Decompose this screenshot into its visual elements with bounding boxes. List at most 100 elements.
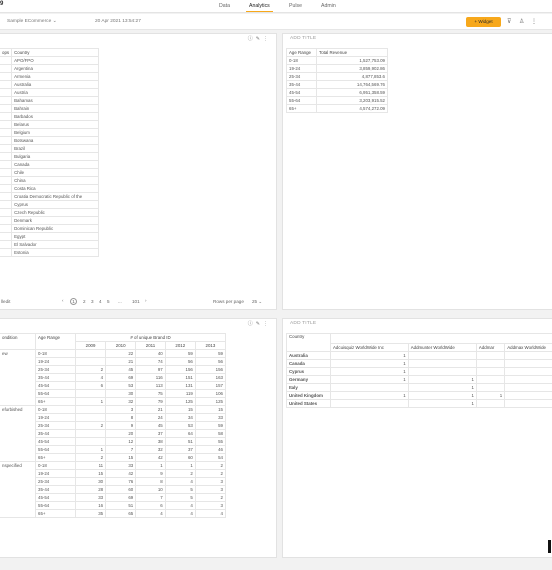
datasource-selector[interactable]: Sample ECommerce ⌄	[7, 19, 57, 24]
edit-icon[interactable]: ✎	[256, 36, 260, 42]
table-row[interactable]: Argentina	[0, 64, 99, 73]
page-1[interactable]: 1	[70, 298, 77, 305]
table-row[interactable]: 65+ 35 65 4 4 4	[0, 509, 227, 518]
table-row[interactable]: 55-64 1 7 32 37 46	[0, 445, 227, 454]
table-row[interactable]: ew 0-18 22 40 59 59	[0, 349, 227, 358]
year-header[interactable]: 2011	[135, 341, 166, 350]
table-row[interactable]: Cyprus	[0, 200, 99, 209]
column-header[interactable]: ops	[0, 48, 13, 57]
page-5[interactable]: 5	[107, 299, 110, 304]
table-row[interactable]: Costa Rica	[0, 184, 99, 193]
table-row[interactable]: 19-24 15 42 9 2 2	[0, 469, 227, 478]
column-header-age-range[interactable]: Age Range	[286, 48, 317, 57]
tab-pulse[interactable]: Pulse	[289, 3, 302, 9]
table-row[interactable]: Chile	[0, 168, 99, 177]
app-logo[interactable]: 9	[0, 1, 3, 7]
table-row[interactable]: United States 1	[286, 399, 552, 408]
table-row[interactable]: Egypt	[0, 232, 99, 241]
table-row[interactable]: 25-34 2 9 45 53 59	[0, 421, 227, 430]
table-row[interactable]: 35-44 20 37 64 58	[0, 429, 227, 438]
table-row[interactable]: APO/FPO	[0, 56, 99, 65]
table-row[interactable]: 35-44 4 69 116 151 163	[0, 373, 227, 382]
table-row[interactable]: Denmark	[0, 216, 99, 225]
table-row[interactable]: Australia	[0, 80, 99, 89]
table-row[interactable]: Canada 1	[286, 359, 552, 368]
table-row[interactable]: El Salvador	[0, 240, 99, 249]
table-row[interactable]: 65+ 1 32 79 125 125	[0, 397, 227, 406]
table-row[interactable]: Bahamas	[0, 96, 99, 105]
table-row[interactable]: 45-54 6,951,358.59	[286, 88, 388, 97]
table-row[interactable]: 45-54 6 53 113 131 157	[0, 381, 227, 390]
table-row[interactable]: 35-44 28 60 10 5 3	[0, 485, 227, 494]
table-row[interactable]: 65+ 2 15 42 60 54	[0, 453, 227, 462]
page-last[interactable]: 101	[132, 299, 140, 304]
table-row[interactable]: Belgium	[0, 128, 99, 137]
table-row[interactable]: 55-64 16 51 6 4 3	[0, 501, 227, 510]
table-row[interactable]: 19-24 8 24 34 33	[0, 413, 227, 422]
tab-data[interactable]: Data	[219, 3, 230, 9]
table-row[interactable]: 19-24 3,859,902.86	[286, 64, 388, 73]
table-row[interactable]: Australia 1	[286, 351, 552, 360]
column-header-unique-brand[interactable]: # of unique Brand ID	[75, 333, 226, 342]
scroll-indicator[interactable]	[548, 540, 551, 553]
year-header[interactable]: 2013	[194, 341, 227, 350]
table-row[interactable]: efurbished 0-18 3 21 15 15	[0, 405, 227, 414]
table-row[interactable]: Cyprus 1	[286, 367, 552, 376]
table-row[interactable]: 65+ 4,574,272.09	[286, 104, 388, 113]
table-row[interactable]: Botswana	[0, 136, 99, 145]
table-row[interactable]: 45-54 33 69 7 5 2	[0, 493, 227, 502]
edit-icon[interactable]: ✎	[256, 321, 260, 327]
table-row[interactable]: 35-44 14,764,569.76	[286, 80, 388, 89]
table-row[interactable]: Bulgaria	[0, 152, 99, 161]
table-row[interactable]: Barbados	[0, 112, 99, 121]
page-3[interactable]: 3	[91, 299, 94, 304]
table-row[interactable]: 55-64 30 75 119 106	[0, 389, 227, 398]
widget-menu-icon[interactable]: ⋮	[263, 36, 268, 42]
widget-title[interactable]: ADD TITLE	[290, 321, 316, 326]
table-row[interactable]: Italy 1	[286, 383, 552, 392]
brand-column-header[interactable]: Addmax WorldWide	[504, 343, 552, 352]
table-row[interactable]: Brazil	[0, 144, 99, 153]
table-row[interactable]: Canada	[0, 160, 99, 169]
table-row[interactable]: Belarus	[0, 120, 99, 129]
brand-column-header[interactable]: Addmunter WorldWide	[407, 343, 477, 352]
next-page-icon[interactable]: ›	[145, 298, 147, 303]
widget-title[interactable]: ADD TITLE	[290, 36, 316, 41]
table-row[interactable]: Dominican Republic	[0, 224, 99, 233]
table-row[interactable]: nspecified 0-18 11 33 1 1 2	[0, 461, 227, 470]
table-row[interactable]: 25-34 2 45 97 156 156	[0, 365, 227, 374]
settings-icon[interactable]: ♙	[519, 18, 524, 26]
table-row[interactable]: 25-34 4,877,853.6	[286, 72, 388, 81]
table-row[interactable]: Germany 1 1	[286, 375, 552, 384]
table-row[interactable]: 19-24 21 74 56 56	[0, 357, 227, 366]
column-header-age-range[interactable]: Age Range	[35, 333, 76, 342]
table-row[interactable]: Bahrain	[0, 104, 99, 113]
table-row[interactable]: Czech Republic	[0, 208, 99, 217]
tab-analytics[interactable]: Analytics	[246, 3, 273, 12]
brand-column-header[interactable]: Addmar	[475, 343, 506, 352]
page-4[interactable]: 4	[99, 299, 102, 304]
page-2[interactable]: 2	[83, 299, 86, 304]
tab-admin[interactable]: Admin	[321, 3, 336, 9]
column-header-country[interactable]: Country	[11, 48, 99, 57]
table-row[interactable]: 45-54 12 38 51 55	[0, 437, 227, 446]
table-row[interactable]: 55-64 3,203,915.52	[286, 96, 388, 105]
table-row[interactable]: Armenia	[0, 72, 99, 81]
rows-per-page-select[interactable]: 25 ⌄	[252, 299, 262, 305]
table-row[interactable]: United Kingdom 1 1 1	[286, 391, 552, 400]
info-icon[interactable]: ⓘ	[248, 36, 253, 42]
column-header-condition[interactable]: ondition	[0, 333, 36, 342]
table-row[interactable]: Austria	[0, 88, 99, 97]
widget-menu-icon[interactable]: ⋮	[263, 321, 268, 327]
year-header[interactable]: 2009	[74, 341, 107, 350]
prev-page-icon[interactable]: ‹	[62, 298, 64, 303]
year-header[interactable]: 2012	[164, 341, 196, 350]
info-icon[interactable]: ⓘ	[248, 321, 253, 327]
table-row[interactable]: Croatia Democratic Republic of the	[0, 192, 99, 201]
table-row[interactable]: China	[0, 176, 99, 185]
column-header-total-revenue[interactable]: Total Revenue	[316, 48, 388, 57]
add-widget-button[interactable]: + Widget	[466, 17, 501, 27]
filter-icon[interactable]: ⊽	[507, 18, 511, 26]
more-options-icon[interactable]: ⋮	[531, 18, 537, 26]
table-row[interactable]: 25-34 30 76 8 4 3	[0, 477, 227, 486]
